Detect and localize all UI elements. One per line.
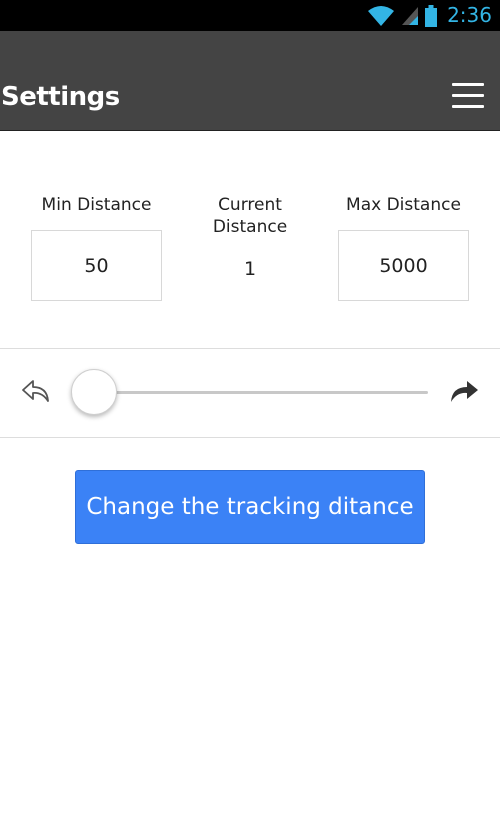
divider-bottom <box>0 437 500 438</box>
max-distance-input[interactable] <box>338 230 469 301</box>
cell-signal-icon <box>402 6 419 25</box>
status-icons: 2:36 <box>367 0 492 31</box>
min-distance-input[interactable] <box>31 230 162 301</box>
current-distance-label: Current Distance <box>212 195 288 237</box>
divider-top <box>0 348 500 349</box>
status-time: 2:36 <box>447 3 492 27</box>
change-tracking-distance-label: Change the tracking ditance <box>86 494 414 520</box>
redo-arrow-icon[interactable] <box>448 377 480 405</box>
battery-icon <box>425 4 438 27</box>
app-bar: Settings <box>0 31 500 131</box>
max-distance-label: Max Distance <box>346 195 461 215</box>
hamburger-menu-icon[interactable] <box>452 83 486 111</box>
slider-thumb[interactable] <box>71 369 117 415</box>
min-distance-label: Min Distance <box>41 195 152 215</box>
current-distance-value: 1 <box>243 258 257 280</box>
wifi-icon <box>368 5 395 26</box>
status-bar: 2:36 <box>0 0 500 31</box>
undo-arrow-icon[interactable] <box>20 377 52 405</box>
page-title: Settings <box>1 82 120 112</box>
change-tracking-distance-button[interactable]: Change the tracking ditance <box>75 470 425 544</box>
slider-track[interactable] <box>96 391 428 394</box>
